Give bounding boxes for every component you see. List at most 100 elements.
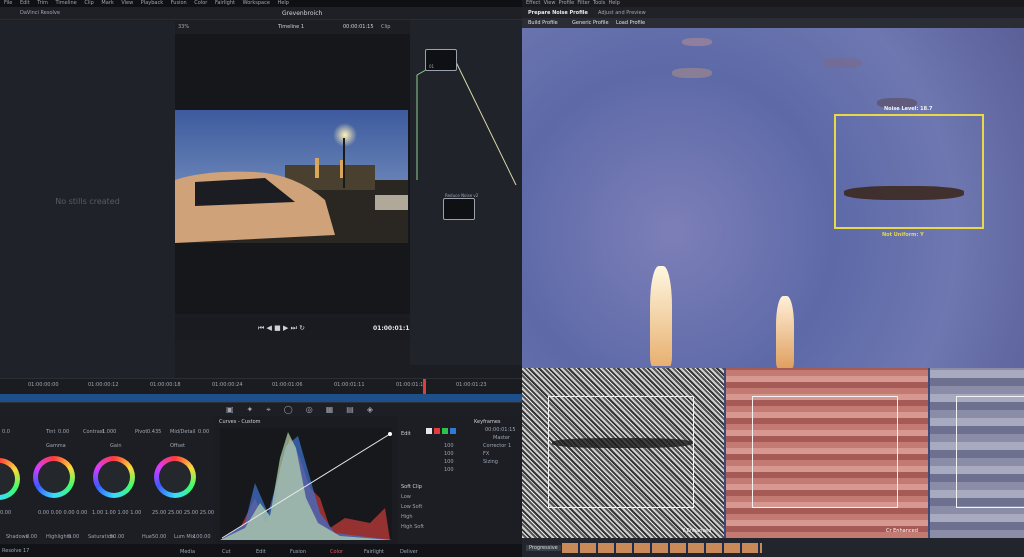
keyframe-corrector[interactable]: Corrector 1 xyxy=(483,443,511,449)
saturation-value[interactable]: 50.00 xyxy=(110,534,124,540)
menu-item[interactable]: Workspace xyxy=(243,0,270,6)
menu-item[interactable]: Clip xyxy=(84,0,93,6)
cr-enhanced-label: Cr Enhanced xyxy=(886,528,918,534)
curves-edit-panel: Edit 100 100 100 100 Soft Clip Low Low S… xyxy=(398,416,470,544)
menu-item[interactable]: Playback xyxy=(141,0,163,6)
offset-wheel[interactable] xyxy=(154,456,196,498)
cr-sample-box[interactable] xyxy=(752,396,898,508)
plugin-menu-item[interactable]: Effect xyxy=(526,0,540,6)
load-profile-button[interactable]: Load Profile xyxy=(616,20,645,26)
highlights-value[interactable]: 0.00 xyxy=(68,534,79,540)
node-reduce-noise[interactable]: Reduce Noise v2 xyxy=(443,193,478,220)
node-01[interactable]: 01 xyxy=(425,49,457,71)
gallery-panel: No stills created xyxy=(0,21,175,387)
color-toolstrip: ▣✦⌖◯◎▦▤◈ xyxy=(0,402,522,416)
hue-value[interactable]: 50.00 xyxy=(152,534,166,540)
plugin-bottom-bar: Progressive xyxy=(522,538,1024,557)
menu-item[interactable]: Edit xyxy=(20,0,30,6)
shadows-value[interactable]: 0.00 xyxy=(26,534,37,540)
contrast-value[interactable]: 1.000 xyxy=(102,429,116,435)
playhead[interactable] xyxy=(423,379,426,395)
menu-item[interactable]: Timeline xyxy=(55,0,76,6)
zoom-dropdown[interactable]: 33% xyxy=(178,24,189,30)
plugin-menu-item[interactable]: Tools xyxy=(593,0,605,6)
page-navigation: Resolve 17 Media Cut Edit Fusion Color F… xyxy=(0,544,522,557)
cb-channel-panel[interactable] xyxy=(930,368,1024,538)
palette-icons[interactable]: ▣✦⌖◯◎▦▤◈ xyxy=(226,405,386,415)
shadows-label: Shadows xyxy=(6,534,29,540)
progressive-dropdown[interactable]: Progressive xyxy=(526,545,561,551)
tab-adjust-and-preview[interactable]: Adjust and Preview xyxy=(598,10,646,16)
menu-item[interactable]: Mark xyxy=(101,0,113,6)
temp-value[interactable]: 0.0 xyxy=(2,429,10,435)
menu-item[interactable]: Help xyxy=(278,0,289,6)
cb-sample-box[interactable] xyxy=(956,396,1024,508)
page-tab-color[interactable]: Color xyxy=(330,549,343,555)
gallery-empty-text: No stills created xyxy=(55,197,120,206)
menu-item[interactable]: Color xyxy=(194,0,207,6)
menu-item[interactable]: Fairlight xyxy=(215,0,235,6)
menu-item[interactable]: View xyxy=(121,0,133,6)
node-label: 01 xyxy=(429,64,435,69)
channel-blue-swatch[interactable] xyxy=(450,428,456,434)
menu-item[interactable]: Fusion xyxy=(171,0,187,6)
page-tab-fusion[interactable]: Fusion xyxy=(290,549,306,555)
gain-wheel[interactable] xyxy=(93,456,135,498)
noise-sample-box[interactable]: Noise Level: 18.7 Not Uniform: Y xyxy=(834,106,984,238)
edit-value-r[interactable]: 100 xyxy=(444,451,454,457)
channel-green-swatch[interactable] xyxy=(442,428,448,434)
softclip-title: Soft Clip xyxy=(401,484,422,490)
generic-profile-button[interactable]: Generic Profile xyxy=(572,20,609,26)
resolve-topbar: Grevenbroich DaVinci Resolve xyxy=(0,7,522,20)
plugin-menu-item[interactable]: Filter xyxy=(577,0,589,6)
build-profile-button[interactable]: Build Profile xyxy=(528,20,558,26)
transport-controls-icon[interactable]: ⏮ ◀ ■ ▶ ⏭ ↻ xyxy=(258,324,305,333)
plugin-menu-item[interactable]: Profile xyxy=(559,0,575,6)
keyframes-title: Keyframes xyxy=(474,419,501,425)
edit-value-y[interactable]: 100 xyxy=(444,443,454,449)
plugin-menubar: Effect View Profile Filter Tools Help xyxy=(522,0,1024,7)
clip-dropdown[interactable]: Clip xyxy=(381,24,390,30)
mid-detail-value[interactable]: 0.00 xyxy=(198,429,209,435)
timeline-ruler[interactable]: 01:00:00:00 01:00:00:12 01:00:00:18 01:0… xyxy=(0,378,522,395)
timeline-dropdown[interactable]: Timeline 1 xyxy=(278,24,304,30)
keyframe-master[interactable]: Master xyxy=(493,435,510,441)
plugin-tabs: Prepare Noise Profile Adjust and Preview xyxy=(522,7,1024,18)
timeline-track[interactable] xyxy=(0,394,522,402)
channel-luma-swatch[interactable] xyxy=(426,428,432,434)
menu-item[interactable]: File xyxy=(4,0,12,6)
page-tab-fairlight[interactable]: Fairlight xyxy=(364,549,384,555)
edit-value-g[interactable]: 100 xyxy=(444,459,454,465)
keyframe-fx[interactable]: FX xyxy=(483,451,489,457)
resolve-app: File Edit Trim Timeline Clip Mark View P… xyxy=(0,0,522,557)
page-tab-edit[interactable]: Edit xyxy=(256,549,266,555)
color-wheels-panel: 0.0 Tint 0.00 Contrast 1.000 Pivot 0.435… xyxy=(0,416,214,544)
lift-wheel[interactable] xyxy=(0,458,20,500)
plugin-menu-item[interactable]: Help xyxy=(608,0,619,6)
keyframe-sizing[interactable]: Sizing xyxy=(483,459,498,465)
tint-value[interactable]: 0.00 xyxy=(58,429,69,435)
lummix-value[interactable]: 100.00 xyxy=(193,534,211,540)
page-tab-media[interactable]: Media xyxy=(180,549,195,555)
page-tab-deliver[interactable]: Deliver xyxy=(400,549,418,555)
cr-channel-panel[interactable]: Cr Enhanced xyxy=(726,368,928,538)
wheel-title-offset: Offset xyxy=(170,443,186,449)
lummix-label: Lum Mix xyxy=(174,534,195,540)
ruler-tick: 01:00:01:11 xyxy=(334,382,365,388)
node-label: Reduce Noise v2 xyxy=(445,193,479,198)
y-sample-box[interactable] xyxy=(548,396,694,508)
plugin-menu-item[interactable]: View xyxy=(544,0,556,6)
menu-item[interactable]: Trim xyxy=(37,0,48,6)
y-channel-panel[interactable]: Y Enhanced xyxy=(522,368,724,538)
page-tab-cut[interactable]: Cut xyxy=(222,549,231,555)
noise-level-label: Noise Level: 18.7 xyxy=(884,106,933,112)
ruler-tick: 01:00:01:06 xyxy=(272,382,303,388)
filmstrip[interactable] xyxy=(562,543,762,553)
edit-value-b[interactable]: 100 xyxy=(444,467,454,473)
curves-title: Curves - Custom xyxy=(219,419,261,425)
gamma-wheel[interactable] xyxy=(33,456,75,498)
tab-prepare-noise-profile[interactable]: Prepare Noise Profile xyxy=(528,10,588,16)
pivot-value[interactable]: 0.435 xyxy=(147,429,161,435)
curves-graph[interactable] xyxy=(220,428,392,540)
channel-red-swatch[interactable] xyxy=(434,428,440,434)
